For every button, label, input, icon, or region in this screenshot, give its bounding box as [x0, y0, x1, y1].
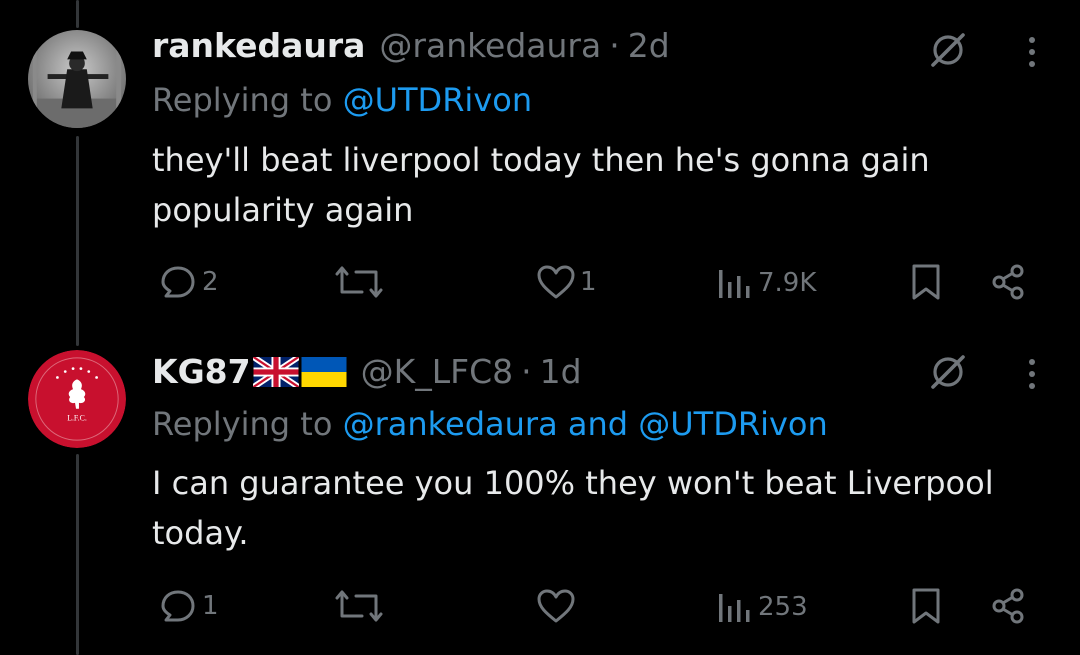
tweet[interactable]: rankedaura @rankedaura · 2d Replying to …: [0, 0, 1080, 330]
share-button[interactable]: [988, 586, 1028, 626]
share-button[interactable]: [988, 262, 1028, 302]
reply-count: 2: [202, 267, 219, 297]
views-icon: [719, 270, 750, 298]
grok-icon[interactable]: [928, 352, 968, 392]
reply-count: 1: [202, 591, 219, 621]
uk-flag-icon: [252, 357, 299, 387]
views-button[interactable]: 7.9K: [716, 266, 816, 300]
more-options-icon[interactable]: [1020, 356, 1044, 392]
heart-icon: [537, 589, 575, 623]
tweet-header: KG87 @K_LFC8 · 1d: [152, 352, 582, 392]
replying-to: Replying to @UTDRivon: [152, 80, 532, 120]
bookmark-icon: [912, 588, 940, 624]
retweet-button[interactable]: [334, 264, 384, 300]
separator: ·: [609, 26, 620, 65]
views-button[interactable]: 253: [716, 590, 808, 624]
like-button[interactable]: 1: [536, 264, 597, 300]
mention-joiner: and: [567, 405, 629, 443]
crest-text: L.F.C.: [67, 414, 87, 423]
retweet-button[interactable]: [334, 588, 384, 624]
avatar[interactable]: L.F.C.: [28, 350, 126, 448]
bookmark-icon: [912, 264, 940, 300]
more-options-icon[interactable]: [1020, 34, 1044, 70]
share-icon: [992, 264, 1024, 300]
tweet-text: they'll beat liverpool today then he's g…: [152, 141, 930, 229]
retweet-icon: [335, 266, 383, 298]
replying-to-label: Replying to: [152, 81, 333, 119]
mention-link[interactable]: @UTDRivon: [343, 81, 533, 119]
tweet-text: I can guarantee you 100% they won't beat…: [152, 464, 994, 552]
tweet-header: rankedaura @rankedaura · 2d: [152, 26, 670, 66]
share-icon: [992, 588, 1024, 624]
bookmark-button[interactable]: [910, 262, 942, 302]
replying-to-label: Replying to: [152, 405, 333, 443]
scarecrow-photo-avatar-icon: [28, 30, 126, 128]
reply-button[interactable]: 2: [158, 262, 219, 302]
display-name[interactable]: rankedaura: [152, 26, 365, 66]
separator: ·: [521, 352, 532, 391]
like-count: 1: [580, 267, 597, 297]
avatar[interactable]: [28, 30, 126, 128]
retweet-icon: [335, 590, 383, 622]
lfc-crest-avatar-icon: L.F.C.: [28, 350, 126, 448]
replying-to: Replying to @rankedaura and @UTDRivon: [152, 404, 828, 444]
views-count: 253: [758, 592, 808, 622]
views-icon: [719, 594, 750, 622]
ukraine-flag-icon: [301, 357, 347, 387]
reply-button[interactable]: 1: [158, 586, 219, 626]
mention-link[interactable]: @UTDRivon: [638, 405, 828, 443]
user-handle[interactable]: @K_LFC8: [361, 352, 514, 392]
display-name[interactable]: KG87: [152, 352, 251, 392]
timestamp[interactable]: 2d: [628, 26, 670, 66]
reply-icon: [161, 590, 195, 622]
grok-icon[interactable]: [928, 30, 968, 70]
user-handle[interactable]: @rankedaura: [379, 26, 601, 66]
reply-icon: [161, 266, 195, 298]
heart-icon: [537, 265, 575, 299]
timestamp[interactable]: 1d: [540, 352, 582, 392]
views-count: 7.9K: [758, 268, 817, 298]
tweet[interactable]: L.F.C. KG87 @K_LFC8 · 1d Replying to @ra…: [0, 330, 1080, 655]
mention-link[interactable]: @rankedaura: [343, 405, 558, 443]
like-button[interactable]: [536, 588, 580, 624]
bookmark-button[interactable]: [910, 586, 942, 626]
